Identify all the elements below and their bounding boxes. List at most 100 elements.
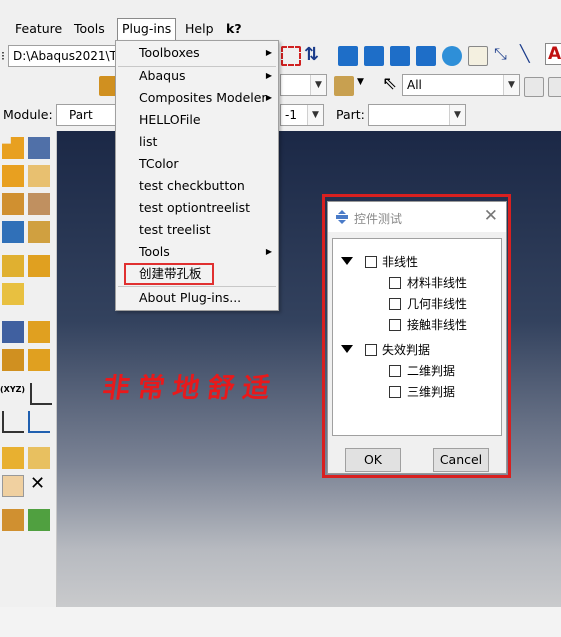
merge-icon[interactable]	[28, 349, 50, 371]
partition-icon[interactable]	[2, 255, 24, 277]
menu-help[interactable]: Help	[181, 19, 218, 39]
select-mode-icon[interactable]	[524, 77, 544, 97]
part-combo[interactable]: ▼	[368, 104, 466, 126]
repair-icon[interactable]	[2, 447, 24, 469]
transform-icon[interactable]	[28, 509, 50, 531]
menu-feature[interactable]: Feature	[11, 19, 66, 39]
blend-icon[interactable]	[28, 221, 50, 243]
fit-view-icon[interactable]	[281, 46, 301, 66]
query-tool-icon[interactable]	[2, 321, 24, 343]
wave-icon[interactable]	[28, 447, 50, 469]
checkbox[interactable]	[389, 365, 401, 377]
tree-label: 接触非线性	[407, 318, 468, 332]
selection-filter-combo[interactable]: All ▼	[402, 74, 520, 96]
checkbox[interactable]	[389, 319, 401, 331]
model-combo[interactable]: -1 ▼	[280, 104, 324, 126]
cancel-button[interactable]: Cancel	[433, 448, 489, 472]
shell-icon[interactable]	[28, 193, 50, 215]
ok-button[interactable]: OK	[345, 448, 401, 472]
dd-item-create-plate[interactable]: 创建带孔板	[124, 263, 214, 285]
extrude-icon[interactable]	[2, 165, 24, 187]
axis-icon[interactable]	[30, 383, 52, 405]
plane-icon[interactable]	[2, 411, 24, 433]
tree-item-3d-criteria[interactable]: 三维判据	[389, 383, 499, 401]
cube-shade-icon[interactable]	[334, 76, 354, 96]
menu-plugins[interactable]: Plug-ins	[117, 18, 177, 40]
select-mode2-icon[interactable]	[548, 77, 561, 97]
dd-item-toolboxes[interactable]: Toolboxes ▶	[116, 42, 278, 64]
dd-item-checkbutton[interactable]: test checkbutton	[116, 175, 278, 197]
module-toolbox: (XYZ) ✕	[0, 131, 57, 607]
toolbar-file: ⁝ D:\Abaqus2021\TI ⇅ ⤡ ╲ A	[0, 40, 561, 71]
dd-item-abaqus[interactable]: Abaqus ▶	[116, 65, 278, 87]
tree-item-material-nonlinear[interactable]: 材料非线性	[389, 274, 499, 292]
whats-this-icon[interactable]: k?	[222, 19, 246, 39]
plugin-icon	[336, 210, 348, 224]
checkbox[interactable]	[389, 298, 401, 310]
dd-item-list[interactable]: list	[116, 131, 278, 153]
tree-label: 非线性	[382, 255, 419, 269]
csys-icon[interactable]	[28, 411, 50, 433]
edge-tool-icon[interactable]	[28, 321, 50, 343]
tree-label: 几何非线性	[407, 297, 468, 311]
datum-icon[interactable]	[28, 255, 50, 277]
chevron-down-icon[interactable]: ▼	[357, 77, 364, 87]
line-tool-icon[interactable]: ╲	[520, 44, 530, 63]
dialog-titlebar[interactable]: 控件测试 ✕	[328, 202, 506, 232]
face-tool-icon[interactable]	[2, 349, 24, 371]
checkbox[interactable]	[389, 277, 401, 289]
control-test-dialog: 控件测试 ✕ 非线性 材料非线性 几何非线性 接触非线性 失效判据 二维判据 三…	[327, 201, 507, 474]
close-icon[interactable]: ✕	[484, 206, 498, 226]
solid-icon[interactable]	[2, 221, 24, 243]
tree-group-nonlinear[interactable]: 非线性	[341, 253, 491, 271]
view-front-icon[interactable]	[338, 46, 358, 66]
checkbox[interactable]	[389, 386, 401, 398]
expand-triangle-icon[interactable]	[341, 345, 353, 353]
view-top-icon[interactable]	[390, 46, 410, 66]
view-bottom-icon[interactable]	[416, 46, 436, 66]
module-value: Part	[69, 108, 93, 122]
option-tree: 非线性 材料非线性 几何非线性 接触非线性 失效判据 二维判据 三维判据	[332, 238, 502, 436]
render-combo[interactable]: ▼	[280, 74, 327, 96]
expand-triangle-icon[interactable]	[341, 257, 353, 265]
sketch-icon[interactable]	[2, 283, 24, 305]
tree-label: 二维判据	[407, 364, 456, 378]
part-manager-icon[interactable]	[28, 137, 50, 159]
checkbox[interactable]	[365, 344, 377, 356]
dd-item-tools[interactable]: Tools ▶	[116, 241, 278, 263]
query-icon[interactable]: ⤡	[494, 44, 507, 64]
create-part-icon[interactable]	[2, 137, 24, 159]
tree-group-failure-criteria[interactable]: 失效判据	[341, 341, 491, 359]
dd-item-treelist[interactable]: test treelist	[116, 219, 278, 241]
menu-tools[interactable]: Tools	[70, 19, 109, 39]
assembly-icon[interactable]	[2, 509, 24, 531]
dd-item-about[interactable]: About Plug-ins...	[116, 287, 278, 309]
view-iso-icon[interactable]	[442, 46, 462, 66]
datum-csys-icon[interactable]: (XYZ)	[0, 385, 25, 394]
submenu-arrow-icon: ▶	[265, 48, 272, 57]
module-label: Module:	[3, 107, 53, 122]
path-combo[interactable]: D:\Abaqus2021\TI	[8, 45, 120, 67]
tree-label: 三维判据	[407, 385, 456, 399]
tools-icon[interactable]: ✕	[30, 473, 45, 494]
cut-icon[interactable]	[2, 193, 24, 215]
annotation-text: 非常地舒适	[100, 373, 280, 404]
tree-item-geometric-nonlinear[interactable]: 几何非线性	[389, 295, 499, 313]
menu-bar: Feature Tools Plug-ins Help k?	[0, 0, 561, 40]
dd-item-hellofile[interactable]: HELLOFile	[116, 109, 278, 131]
select-arrow-icon[interactable]: ⇖	[382, 73, 397, 94]
dd-item-composites[interactable]: Composites Modeler ▶	[116, 87, 278, 109]
swap-icon[interactable]: ⇅	[304, 44, 319, 65]
view-back-icon[interactable]	[364, 46, 384, 66]
attribute-icon[interactable]	[2, 475, 24, 497]
tree-label: 失效判据	[382, 343, 431, 357]
module-combo[interactable]: Part	[56, 104, 116, 126]
tree-item-2d-criteria[interactable]: 二维判据	[389, 362, 499, 380]
dd-item-tcolor[interactable]: TColor	[116, 153, 278, 175]
table-icon[interactable]	[468, 46, 488, 66]
checkbox[interactable]	[365, 256, 377, 268]
text-tool-icon[interactable]: A	[545, 43, 561, 65]
tree-item-contact-nonlinear[interactable]: 接触非线性	[389, 316, 499, 334]
revolve-icon[interactable]	[28, 165, 50, 187]
dd-item-optiontreelist[interactable]: test optiontreelist	[116, 197, 278, 219]
